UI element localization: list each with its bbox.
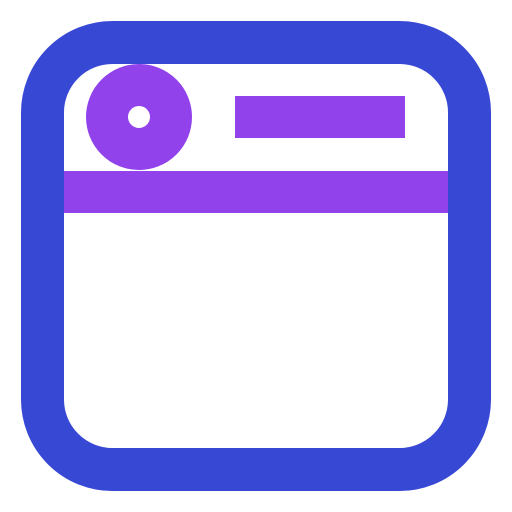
icon-canvas xyxy=(0,0,512,512)
display-slot xyxy=(235,96,405,138)
control-panel-divider xyxy=(64,171,448,213)
dishwasher-icon xyxy=(21,21,491,491)
dial-knob xyxy=(86,64,192,170)
